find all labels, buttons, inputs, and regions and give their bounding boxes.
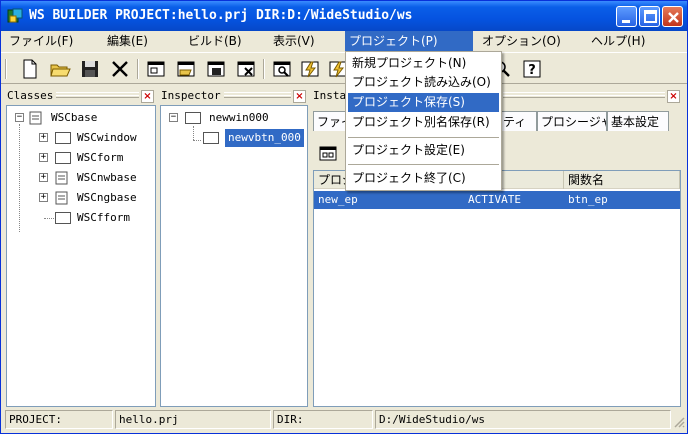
- tree-node-wscngbase[interactable]: + WSCngbase: [11, 189, 151, 207]
- expand-icon[interactable]: +: [39, 153, 48, 162]
- menu-item-save-project[interactable]: プロジェクト保存(S): [348, 93, 499, 112]
- toolbar-separator: [137, 59, 139, 79]
- class-icon: [55, 171, 68, 185]
- toolbar: ?: [1, 52, 687, 84]
- new-file-icon[interactable]: [19, 58, 41, 80]
- status-dir-label: DIR:: [273, 410, 373, 429]
- class-icon: [29, 111, 42, 125]
- close-window-icon[interactable]: [235, 58, 257, 80]
- close-icon: [668, 12, 679, 23]
- build-icon[interactable]: [299, 58, 321, 80]
- cut-icon[interactable]: [109, 58, 131, 80]
- collapse-icon[interactable]: −: [15, 113, 24, 122]
- app-icon: [7, 8, 23, 23]
- open-folder-icon[interactable]: [49, 58, 71, 80]
- menu-help[interactable]: ヘルプ(H): [587, 31, 649, 51]
- pane-grip: [219, 95, 291, 98]
- inspector-pane: Inspector × − newwin000 newvbtn_000: [159, 87, 309, 407]
- menu-project[interactable]: プロジェクト(P): [345, 31, 473, 51]
- cell-function: btn_ep: [568, 193, 608, 206]
- cell-trigger: ACTIVATE: [468, 193, 521, 206]
- inspector-pane-close-button[interactable]: ×: [293, 90, 306, 103]
- window-class-icon: [55, 132, 71, 144]
- menu-edit[interactable]: 編集(E): [103, 31, 152, 51]
- minimize-icon: [622, 20, 630, 23]
- procedure-window-icon[interactable]: [319, 145, 339, 163]
- classes-pane-title: Classes: [7, 89, 57, 102]
- tree-node-newwin000[interactable]: − newwin000: [165, 109, 305, 127]
- menu-file[interactable]: ファイル(F): [5, 31, 77, 51]
- status-dir-value: D:/WideStudio/ws: [375, 410, 671, 429]
- menu-build[interactable]: ビルド(B): [184, 31, 246, 51]
- tab-file[interactable]: ファイ: [313, 111, 349, 131]
- form-class-icon: [55, 212, 71, 224]
- collapse-icon[interactable]: −: [169, 113, 178, 122]
- tree-node-wscform[interactable]: + WSCform: [11, 149, 151, 167]
- minimize-button[interactable]: [616, 6, 637, 27]
- maximize-icon: [644, 10, 657, 23]
- tree-node-wscnwbase[interactable]: + WSCnwbase: [11, 169, 151, 187]
- tree-line: [193, 126, 194, 140]
- tree-line: [44, 218, 54, 219]
- menu-separator: [348, 137, 499, 138]
- toolbar-grip[interactable]: [5, 59, 7, 79]
- classes-pane-header[interactable]: Classes ×: [5, 87, 157, 105]
- save-disk-icon[interactable]: [79, 58, 101, 80]
- close-button[interactable]: [662, 6, 683, 27]
- menu-separator: [348, 164, 499, 165]
- resize-grip-icon[interactable]: [673, 416, 685, 428]
- app-window: WS BUILDER PROJECT:hello.prj DIR:D:/Wide…: [0, 0, 688, 434]
- status-project-label: PROJECT:: [5, 410, 113, 429]
- maximize-button[interactable]: [639, 6, 660, 27]
- menu-view[interactable]: 表示(V): [269, 31, 319, 51]
- search-window-icon[interactable]: [271, 58, 293, 80]
- svg-text:?: ?: [528, 63, 536, 78]
- open-window-icon[interactable]: [175, 58, 197, 80]
- menu-item-new-project[interactable]: 新規プロジェクト(N): [348, 54, 499, 73]
- expand-icon[interactable]: +: [39, 133, 48, 142]
- menu-item-close-project[interactable]: プロジェクト終了(C): [348, 169, 499, 188]
- project-menu-dropdown: 新規プロジェクト(N) プロジェクト読み込み(O) プロジェクト保存(S) プロ…: [345, 51, 502, 191]
- inspector-pane-title: Inspector: [161, 89, 224, 102]
- expand-icon[interactable]: +: [39, 193, 48, 202]
- inspector-tree[interactable]: − newwin000 newvbtn_000: [160, 105, 308, 407]
- status-bar: PROJECT: hello.prj DIR: D:/WideStudio/ws: [5, 410, 685, 430]
- tree-node-wscfform[interactable]: WSCfform: [11, 209, 151, 227]
- column-header-function[interactable]: 関数名: [564, 171, 680, 189]
- class-icon: [55, 191, 68, 205]
- menu-item-load-project[interactable]: プロジェクト読み込み(O): [348, 73, 499, 92]
- table-row[interactable]: new_ep ACTIVATE btn_ep: [314, 191, 680, 209]
- menu-item-save-project-as[interactable]: プロジェクト別名保存(R): [348, 113, 499, 132]
- menu-item-project-settings[interactable]: プロジェクト設定(E): [348, 141, 499, 160]
- status-project-value: hello.prj: [115, 410, 271, 429]
- window-instance-icon: [185, 112, 201, 124]
- new-window-icon[interactable]: [145, 58, 167, 80]
- classes-pane-close-button[interactable]: ×: [141, 90, 154, 103]
- tree-line: [193, 140, 201, 141]
- title-bar[interactable]: WS BUILDER PROJECT:hello.prj DIR:D:/Wide…: [1, 1, 687, 31]
- procedure-list[interactable]: プロジ 関数名 new_ep ACTIVATE btn_ep: [313, 170, 681, 407]
- tree-node-wscwindow[interactable]: + WSCwindow: [11, 129, 151, 147]
- expand-icon[interactable]: +: [39, 173, 48, 182]
- save-window-icon[interactable]: [205, 58, 227, 80]
- cell-procedure-name: new_ep: [318, 193, 358, 206]
- tree-node-newvbtn-000[interactable]: newvbtn_000: [201, 129, 305, 147]
- help-icon[interactable]: ?: [521, 58, 543, 80]
- instance-pane-close-button[interactable]: ×: [667, 90, 680, 103]
- form-class-icon: [55, 152, 71, 164]
- tab-property[interactable]: ティ: [499, 111, 537, 131]
- pane-grip: [503, 95, 665, 98]
- menu-options[interactable]: オプション(O): [478, 31, 565, 51]
- inspector-pane-header[interactable]: Inspector ×: [159, 87, 309, 105]
- classes-tree[interactable]: − WSCbase + WSCwindow + WSCform + WSCnwb…: [6, 105, 156, 407]
- pane-grip: [53, 95, 139, 98]
- classes-pane: Classes × − WSCbase + WSCwindow + WSCfor…: [5, 87, 157, 407]
- toolbar-separator: [263, 59, 265, 79]
- button-instance-icon: [203, 132, 219, 144]
- menu-bar: ファイル(F) 編集(E) ビルド(B) 表示(V) プロジェクト(P) オプシ…: [1, 31, 687, 51]
- tab-procedure[interactable]: プロシージャ: [537, 111, 607, 131]
- tab-basic-settings[interactable]: 基本設定: [607, 111, 669, 131]
- window-title: WS BUILDER PROJECT:hello.prj DIR:D:/Wide…: [29, 8, 413, 23]
